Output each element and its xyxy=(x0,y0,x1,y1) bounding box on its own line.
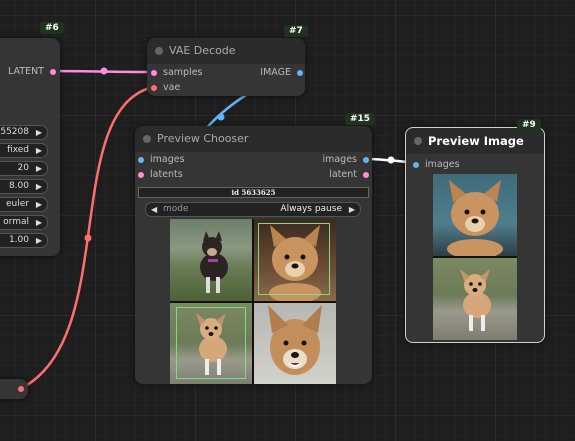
cfg-widget[interactable]: 8.00 ▶ xyxy=(0,179,48,194)
id-display: id 5633625 xyxy=(138,187,369,198)
sampler-widget[interactable]: euler ▶ xyxy=(0,197,48,212)
steps-widget[interactable]: 20 ▶ xyxy=(0,161,48,176)
image-output[interactable]: IMAGE xyxy=(260,67,303,79)
mode-widget[interactable]: ◀ mode Always pause ▶ xyxy=(145,202,361,217)
scheduler-widget[interactable]: ormal ▶ xyxy=(0,215,48,230)
node-id-badge: #6 xyxy=(40,22,64,34)
images-input[interactable]: images xyxy=(138,154,185,166)
preview-image-node[interactable]: Preview Image #9 images xyxy=(405,119,545,343)
increment-arrow-icon[interactable]: ▶ xyxy=(36,144,42,157)
image-grid xyxy=(170,219,336,384)
ksampler-node[interactable]: #6 LATENT 55208 ▶ fixed ▶ 20 ▶ 8.00 ▶ euler ▶… xyxy=(0,22,64,256)
samples-input-dot[interactable] xyxy=(151,70,157,76)
image-tile[interactable] xyxy=(254,303,336,384)
arrow-right-icon[interactable]: ▶ xyxy=(349,203,355,216)
preview-image-tile[interactable] xyxy=(433,174,517,256)
dog-photo xyxy=(268,305,322,375)
control-after-generate-widget[interactable]: fixed ▶ xyxy=(0,143,48,158)
image-tile[interactable] xyxy=(170,219,252,301)
increment-arrow-icon[interactable]: ▶ xyxy=(36,216,42,229)
vae-source-node[interactable] xyxy=(0,379,28,399)
vae-input[interactable]: vae xyxy=(151,82,180,94)
mode-label: mode xyxy=(163,204,189,214)
image-tile[interactable] xyxy=(170,303,252,384)
node-title: VAE Decode xyxy=(147,38,305,64)
increment-arrow-icon[interactable]: ▶ xyxy=(36,234,42,247)
node-id-badge: #9 xyxy=(517,119,541,131)
preview-images xyxy=(433,174,517,340)
node-title: Preview Chooser xyxy=(135,126,372,152)
increment-arrow-icon[interactable]: ▶ xyxy=(36,126,42,139)
images-output-dot[interactable] xyxy=(363,157,369,163)
latents-input-dot[interactable] xyxy=(138,172,144,178)
latent-output[interactable]: latent xyxy=(329,169,369,181)
increment-arrow-icon[interactable]: ▶ xyxy=(36,162,42,175)
images-input-dot[interactable] xyxy=(413,162,419,168)
latent-output-label: LATENT xyxy=(8,66,44,77)
increment-arrow-icon[interactable]: ▶ xyxy=(36,180,42,193)
selection-highlight xyxy=(258,223,330,295)
image-output-dot[interactable] xyxy=(297,70,303,76)
latents-input[interactable]: latents xyxy=(138,169,183,181)
latent-output-dot[interactable] xyxy=(363,172,369,178)
seed-widget[interactable]: 55208 ▶ xyxy=(0,125,48,140)
node-id-badge: #15 xyxy=(345,113,376,125)
samples-input[interactable]: samples xyxy=(151,67,203,79)
images-input[interactable]: images xyxy=(413,159,460,171)
selection-highlight xyxy=(176,307,246,379)
denoise-widget[interactable]: 1.00 ▶ xyxy=(0,233,48,248)
latent-output-dot[interactable] xyxy=(50,69,56,75)
arrow-left-icon[interactable]: ◀ xyxy=(151,203,157,216)
preview-image-tile[interactable] xyxy=(433,258,517,340)
images-input-dot[interactable] xyxy=(138,157,144,163)
dog-photo xyxy=(460,269,491,331)
vae-output-dot[interactable] xyxy=(18,386,24,392)
vae-input-dot[interactable] xyxy=(151,85,157,91)
image-tile[interactable] xyxy=(254,219,336,301)
mode-value: Always pause xyxy=(280,204,342,214)
dog-photo xyxy=(447,180,503,256)
increment-arrow-icon[interactable]: ▶ xyxy=(36,198,42,211)
latent-output[interactable]: LATENT xyxy=(8,66,56,78)
dog-photo xyxy=(200,231,228,293)
preview-chooser-node[interactable]: Preview Chooser #15 images latents image… xyxy=(135,113,376,384)
images-output[interactable]: images xyxy=(322,154,369,166)
vae-decode-node[interactable]: VAE Decode #7 samples vae IMAGE xyxy=(147,25,308,96)
node-title: Preview Image xyxy=(406,128,544,154)
node-id-badge: #7 xyxy=(284,25,308,37)
